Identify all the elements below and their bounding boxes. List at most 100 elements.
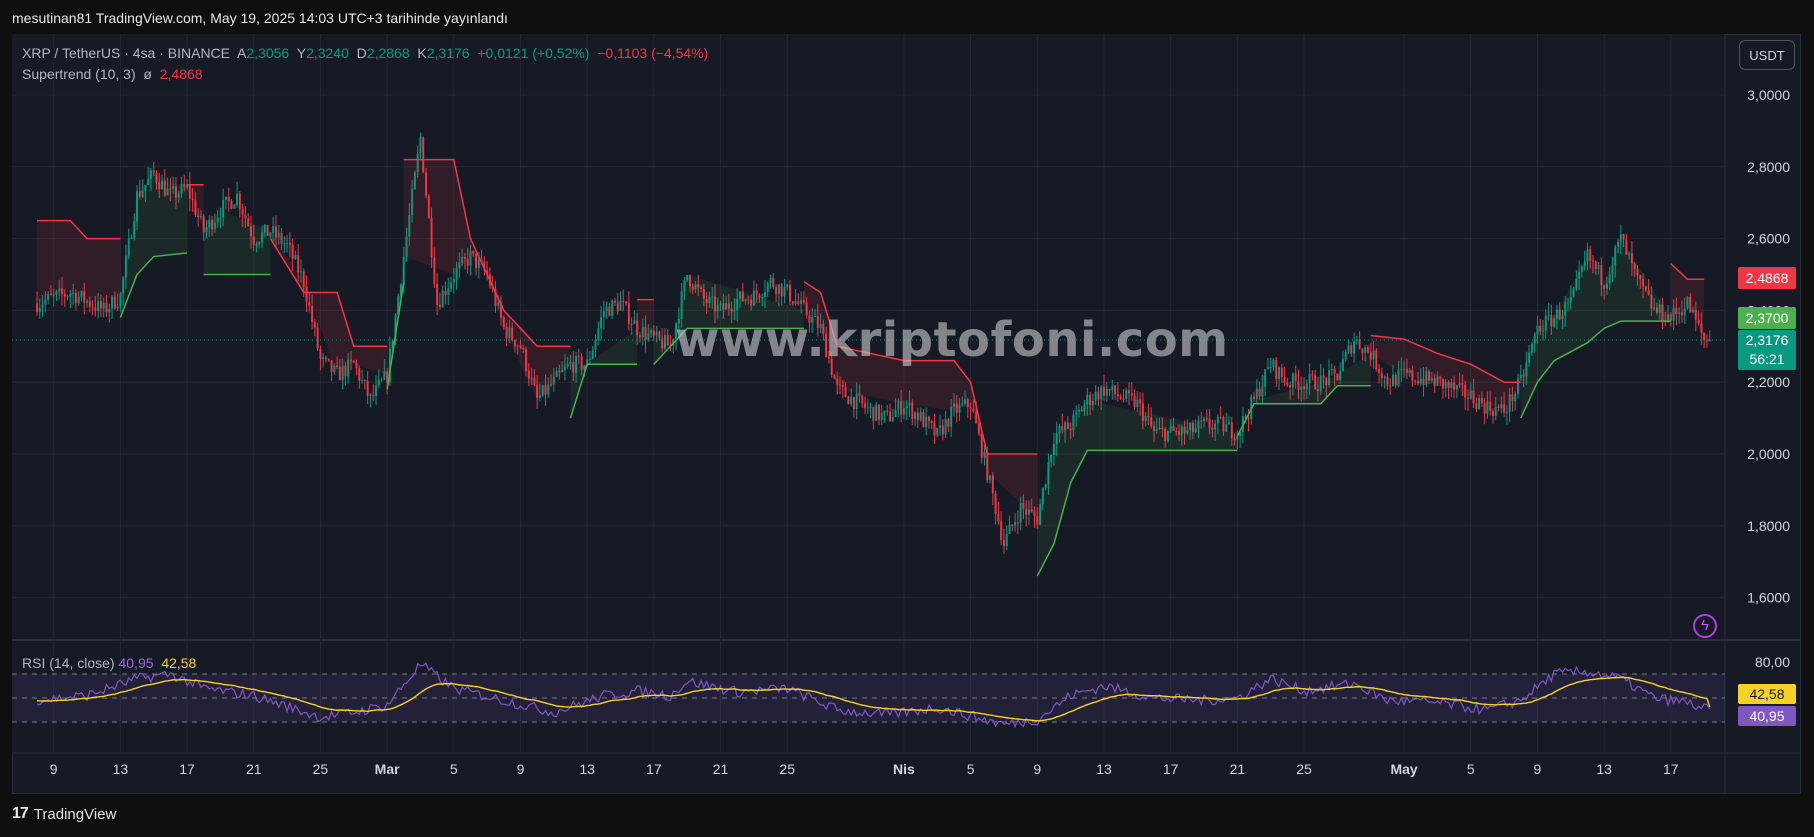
candle-body xyxy=(872,406,875,421)
candle-body xyxy=(847,397,850,405)
candle-body xyxy=(1386,376,1389,386)
high-value: 2,3240 xyxy=(306,45,349,61)
candle-body xyxy=(1467,397,1469,399)
candle-body xyxy=(1275,359,1278,379)
candle-body xyxy=(41,304,44,308)
time-tick-label: 17 xyxy=(179,761,195,777)
candle-body xyxy=(1019,502,1022,523)
candle-body xyxy=(577,355,580,357)
candle-body xyxy=(77,296,80,304)
candle-body xyxy=(91,306,94,308)
candle-body xyxy=(1708,339,1711,342)
candle-body xyxy=(1358,339,1361,349)
candle-body xyxy=(1278,367,1281,379)
candle-body xyxy=(436,283,439,305)
candle-body xyxy=(1139,399,1142,404)
symbol-name[interactable]: XRP / TetherUS · 4sa · BINANCE xyxy=(22,45,230,61)
time-tick-label: 13 xyxy=(1096,761,1112,777)
rsi-value: 40,95 xyxy=(118,655,154,671)
candle-body xyxy=(311,305,314,323)
candle-body xyxy=(891,417,894,421)
candle-body xyxy=(902,408,905,415)
candle-body xyxy=(1589,249,1592,261)
candle-body xyxy=(1136,399,1139,407)
open-label: A xyxy=(237,45,247,61)
candle-body xyxy=(1344,351,1347,360)
candle-body xyxy=(1286,382,1289,385)
footer: 17 TradingView xyxy=(0,795,1814,837)
candle-body xyxy=(1364,347,1367,354)
bar-countdown: 56:21 xyxy=(1749,351,1785,367)
candle-body xyxy=(780,284,783,297)
candle-body xyxy=(869,406,872,408)
watermark: www.kriptofoni.com xyxy=(675,312,1229,368)
candle-body xyxy=(88,301,91,307)
candle-body xyxy=(319,348,322,360)
candle-body xyxy=(905,405,908,409)
supertrend-legend[interactable]: Supertrend (10, 3) ø 2,4868 xyxy=(22,66,203,82)
candle-body xyxy=(380,379,383,381)
candle-body xyxy=(1011,524,1014,526)
candle-body xyxy=(602,311,605,318)
candle-body xyxy=(755,290,758,295)
price-tick-label: 2,8000 xyxy=(1747,159,1790,175)
supertrend-value: 2,4868 xyxy=(159,66,203,82)
candle-body xyxy=(1547,314,1550,316)
candle-body xyxy=(619,300,622,311)
time-tick-label: 9 xyxy=(517,761,525,777)
candle-body xyxy=(875,404,878,421)
rsi-label[interactable]: RSI (14, close) xyxy=(22,655,115,671)
candle-body xyxy=(939,425,942,428)
candle-body xyxy=(366,380,369,396)
candle-body xyxy=(588,358,591,360)
supertrend-label[interactable]: Supertrend (10, 3) xyxy=(22,66,136,82)
candle-body xyxy=(800,299,803,305)
candle-body xyxy=(855,393,858,410)
candle-body xyxy=(36,303,38,313)
candle-body xyxy=(655,331,658,336)
candle-body xyxy=(227,196,230,201)
candle-body xyxy=(944,419,947,435)
time-tick-label: 13 xyxy=(579,761,595,777)
candle-body xyxy=(925,416,928,427)
currency-button[interactable]: USDT xyxy=(1739,40,1795,70)
tradingview-logo[interactable]: 17 TradingView xyxy=(12,805,116,823)
candle-body xyxy=(1266,367,1269,370)
candle-body xyxy=(1330,369,1333,371)
supertrend-source-symbol: ø xyxy=(143,66,152,82)
candle-body xyxy=(1111,385,1114,391)
candle-body xyxy=(1291,373,1294,388)
symbol-legend[interactable]: XRP / TetherUS · 4sa · BINANCE A2,3056 Y… xyxy=(22,45,708,61)
candle-body xyxy=(108,308,111,313)
candle-body xyxy=(1680,312,1683,316)
candle-body xyxy=(914,412,917,419)
candle-body xyxy=(116,306,119,309)
candle-body xyxy=(883,410,886,413)
candle-body xyxy=(622,300,625,302)
last-price-value: 2,3176 xyxy=(1745,332,1789,348)
candle-body xyxy=(233,204,236,209)
candle-body xyxy=(1519,374,1522,379)
candle-body xyxy=(850,396,853,405)
time-tick-label: 9 xyxy=(50,761,58,777)
candle-body xyxy=(764,292,766,298)
chart-canvas[interactable]: 3,00002,80002,60002,40002,20002,00001,80… xyxy=(0,0,1814,837)
lightning-bolt-icon[interactable]: ϟ xyxy=(1693,614,1717,638)
candle-body xyxy=(1119,396,1122,399)
rsi-legend[interactable]: RSI (14, close) 40,95 42,58 xyxy=(22,655,196,671)
candle-body xyxy=(861,395,864,404)
candle-body xyxy=(786,284,789,288)
candle-body xyxy=(102,302,105,309)
candle-body xyxy=(1366,347,1369,353)
candle-body xyxy=(1397,370,1400,386)
candle-body xyxy=(927,416,930,422)
candle-body xyxy=(325,357,327,359)
candle-body xyxy=(66,296,69,298)
candle-body xyxy=(1378,369,1381,374)
candle-body xyxy=(1678,312,1681,314)
time-tick-label: 9 xyxy=(1534,761,1542,777)
candle-body xyxy=(99,300,102,309)
candle-body xyxy=(775,286,778,295)
candle-body xyxy=(241,209,244,215)
candle-body xyxy=(1261,386,1264,397)
